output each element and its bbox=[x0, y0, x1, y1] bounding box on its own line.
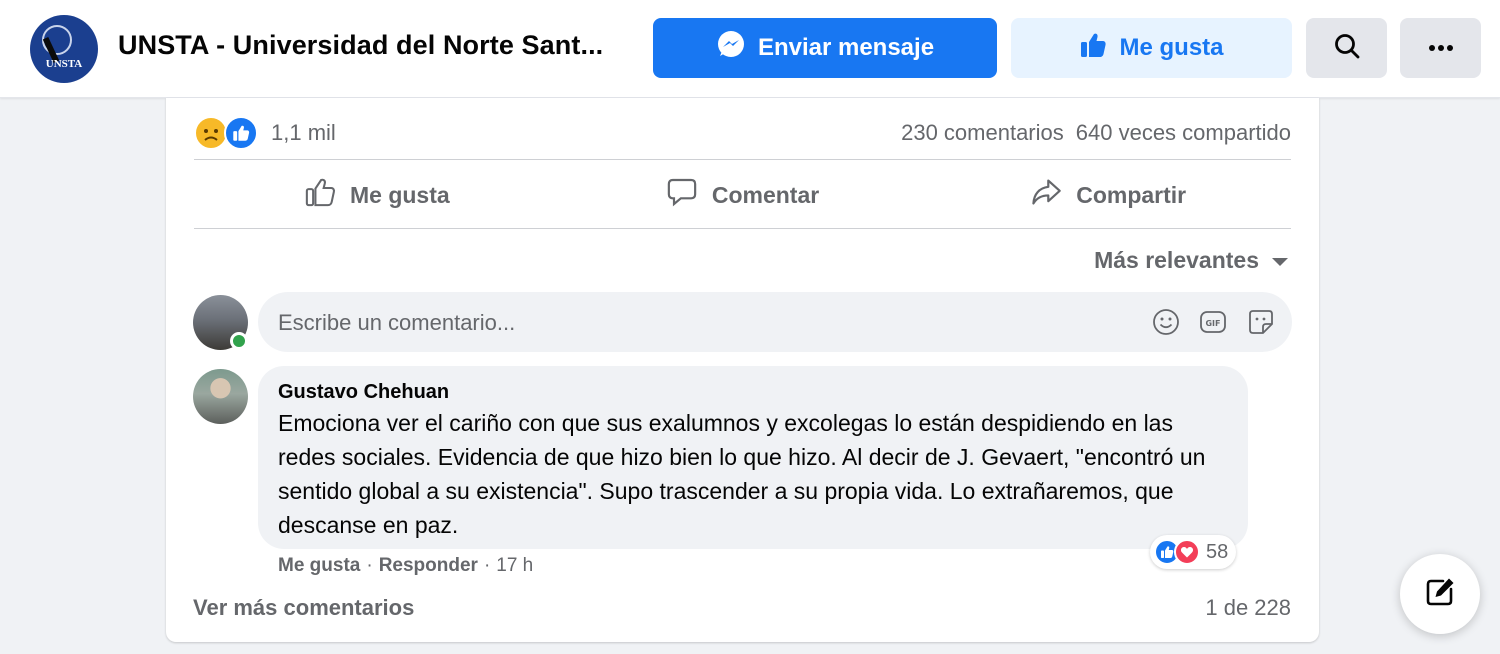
more-comments-link[interactable]: Ver más comentarios bbox=[193, 595, 414, 621]
online-status-indicator bbox=[230, 332, 248, 350]
share-icon bbox=[1030, 176, 1062, 214]
gif-icon[interactable]: GIF bbox=[1198, 307, 1228, 337]
comment-icon bbox=[666, 176, 698, 214]
comment-placeholder: Escribe un comentario... bbox=[278, 310, 516, 335]
commenter-avatar[interactable] bbox=[193, 369, 248, 424]
reactions-summary: 1,1 mil 230 comentarios 640 veces compar… bbox=[194, 108, 1291, 158]
comment-action-label: Comentar bbox=[711, 181, 820, 208]
send-message-button[interactable]: Enviar mensaje bbox=[653, 18, 997, 78]
like-reaction-icon bbox=[224, 116, 258, 150]
reaction-icons[interactable] bbox=[194, 116, 262, 150]
share-action-label: Compartir bbox=[1076, 181, 1187, 208]
like-action-label: Me gusta bbox=[349, 181, 450, 208]
search-button[interactable] bbox=[1306, 18, 1387, 78]
comment-meta: Me gusta · Responder · 17 h bbox=[278, 555, 533, 577]
more-options-button[interactable] bbox=[1400, 18, 1481, 78]
love-reaction-icon bbox=[1174, 539, 1200, 565]
comment-author[interactable]: Gustavo Chehuan bbox=[278, 381, 449, 404]
more-icon bbox=[1428, 39, 1454, 57]
comment-reply-link[interactable]: Responder bbox=[379, 555, 478, 577]
search-icon bbox=[1333, 32, 1361, 65]
like-action-button[interactable]: Me gusta bbox=[194, 162, 560, 228]
logo-text: UNSTA bbox=[45, 58, 83, 70]
comment-text: Emociona ver el cariño con que sus exalu… bbox=[278, 410, 1206, 538]
separator: · bbox=[483, 555, 491, 576]
sort-label: Más relevantes bbox=[1094, 247, 1259, 273]
post-card: 1,1 mil 230 comentarios 640 veces compar… bbox=[166, 98, 1319, 642]
comment-reaction-count: 58 bbox=[1206, 540, 1229, 563]
post-stats: 230 comentarios 640 veces compartido bbox=[901, 120, 1291, 146]
thumbs-up-icon bbox=[1079, 31, 1107, 66]
comment-time[interactable]: 17 h bbox=[496, 555, 533, 577]
send-message-label: Enviar mensaje bbox=[757, 34, 935, 61]
page-like-button[interactable]: Me gusta bbox=[1011, 18, 1292, 78]
comment-sort-dropdown[interactable]: Más relevantes bbox=[1094, 247, 1289, 274]
thumbs-up-outline-icon bbox=[304, 176, 336, 214]
sad-reaction-icon bbox=[194, 116, 228, 150]
comments-count[interactable]: 230 comentarios bbox=[901, 120, 1064, 146]
caret-down-icon bbox=[1271, 247, 1289, 274]
new-message-button[interactable] bbox=[1400, 554, 1480, 634]
share-action-button[interactable]: Compartir bbox=[925, 162, 1291, 228]
sticker-icon[interactable] bbox=[1246, 307, 1276, 337]
shares-count[interactable]: 640 veces compartido bbox=[1076, 120, 1291, 146]
post-actions: Me gusta Comentar Compartir bbox=[194, 162, 1291, 228]
page-title[interactable]: UNSTA - Universidad del Norte Sant... bbox=[118, 30, 603, 61]
compose-icon bbox=[1423, 575, 1457, 614]
emoji-icon[interactable] bbox=[1151, 307, 1181, 337]
page-like-label: Me gusta bbox=[1119, 34, 1224, 61]
comment-input[interactable]: Escribe un comentario... GIF bbox=[258, 292, 1292, 352]
page-avatar-logo[interactable]: UNSTA bbox=[30, 15, 98, 83]
comment-bubble: Gustavo Chehuan Emociona ver el cariño c… bbox=[258, 366, 1248, 549]
separator: · bbox=[366, 555, 373, 576]
comment-reactions[interactable]: 58 bbox=[1150, 535, 1237, 569]
comment-action-button[interactable]: Comentar bbox=[560, 162, 926, 228]
reaction-count[interactable]: 1,1 mil bbox=[271, 120, 336, 146]
comment-pager: 1 de 228 bbox=[1205, 595, 1291, 620]
svg-text:GIF: GIF bbox=[1205, 319, 1220, 328]
messenger-icon bbox=[716, 30, 746, 67]
comment-like-link[interactable]: Me gusta bbox=[278, 555, 360, 577]
divider bbox=[194, 159, 1291, 160]
divider bbox=[194, 228, 1291, 229]
page-header: UNSTA UNSTA - Universidad del Norte Sant… bbox=[0, 0, 1500, 98]
